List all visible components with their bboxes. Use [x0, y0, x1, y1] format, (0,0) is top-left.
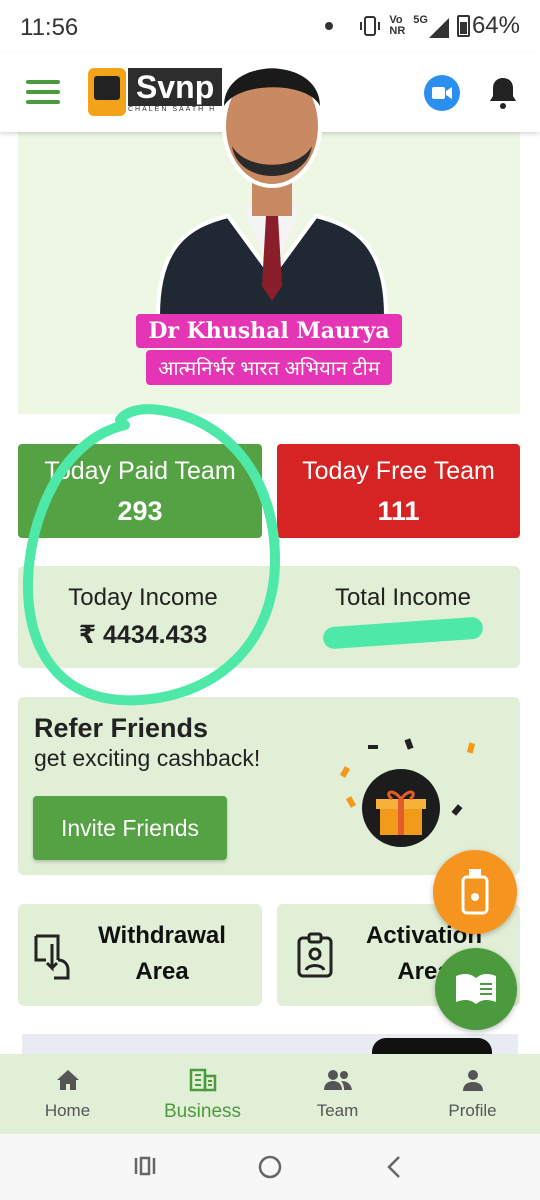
status-time: 11:56 [20, 14, 79, 41]
invite-friends-button[interactable]: Invite Friends [33, 796, 227, 860]
paid-team-value: 293 [117, 496, 163, 526]
battery-icon: 64% [456, 12, 520, 40]
today-income-label: Today Income [68, 584, 218, 611]
today-income: Today Income ₹ 4434.433 [18, 584, 268, 650]
confetti-icon [466, 742, 476, 754]
book-icon [456, 973, 496, 1004]
withdrawal-label-area: Area [135, 958, 189, 985]
today-paid-team-card[interactable]: Today Paid Team 293 [18, 444, 262, 538]
system-nav-bar [0, 1134, 540, 1200]
withdrawal-label: Withdrawal [98, 922, 226, 949]
refer-friends-card: Refer Friends get exciting cashback! Inv… [18, 697, 520, 875]
refer-subtitle: get exciting cashback! [34, 745, 261, 771]
free-team-label: Today Free Team [302, 457, 495, 485]
confetti-icon [339, 766, 351, 778]
paid-team-label: Today Paid Team [44, 457, 236, 485]
withdrawal-area-card[interactable]: Withdrawal Area [18, 904, 262, 1006]
notification-bell-icon[interactable] [488, 76, 518, 110]
free-team-value: 111 [377, 496, 420, 526]
today-income-value: ₹ 4434.433 [78, 621, 208, 649]
refer-title: Refer Friends [34, 713, 209, 743]
business-icon [189, 1068, 216, 1092]
bottle-icon [461, 869, 489, 915]
video-call-icon[interactable] [424, 75, 460, 111]
floating-book-button[interactable] [435, 948, 517, 1030]
profile-name: Dr Khushal Maurya [136, 314, 402, 348]
id-badge-icon [297, 932, 333, 978]
team-tagline: आत्मनिर्भर भारत अभियान टीम [146, 350, 392, 385]
confetti-icon [368, 745, 378, 749]
total-income-label: Total Income [334, 584, 472, 611]
profile-photo [155, 64, 389, 316]
home-icon [56, 1070, 79, 1090]
redaction-scribble [322, 616, 484, 650]
home-circle-icon[interactable] [257, 1154, 283, 1180]
gift-icon [362, 769, 440, 847]
income-card: Today Income ₹ 4434.433 Total Income [18, 566, 520, 668]
name-tag: Dr Khushal Maurya आत्मनिर्भर भारत अभियान… [124, 314, 414, 390]
nav-profile[interactable]: Profile [405, 1054, 540, 1134]
nav-business[interactable]: Business [135, 1054, 270, 1134]
recent-apps-icon[interactable] [133, 1154, 157, 1178]
floating-reward-button[interactable] [433, 850, 517, 934]
confetti-icon [451, 804, 463, 816]
bottom-nav: Home Business Team Profile [0, 1054, 540, 1134]
withdraw-icon [34, 934, 70, 980]
nav-team[interactable]: Team [270, 1054, 405, 1134]
total-income: Total Income [278, 584, 528, 650]
profile-icon [462, 1070, 483, 1091]
signal-icon: 5G [413, 14, 449, 38]
promo-carousel-strip[interactable] [22, 1034, 518, 1056]
confetti-icon [345, 796, 357, 808]
nav-home[interactable]: Home [0, 1054, 135, 1134]
team-icon [323, 1070, 352, 1090]
battery-percent: 64% [471, 12, 520, 39]
today-free-team-card[interactable]: Today Free Team 111 [277, 444, 520, 538]
menu-icon[interactable] [26, 80, 60, 104]
confetti-icon [404, 738, 414, 750]
back-icon[interactable] [384, 1154, 404, 1180]
